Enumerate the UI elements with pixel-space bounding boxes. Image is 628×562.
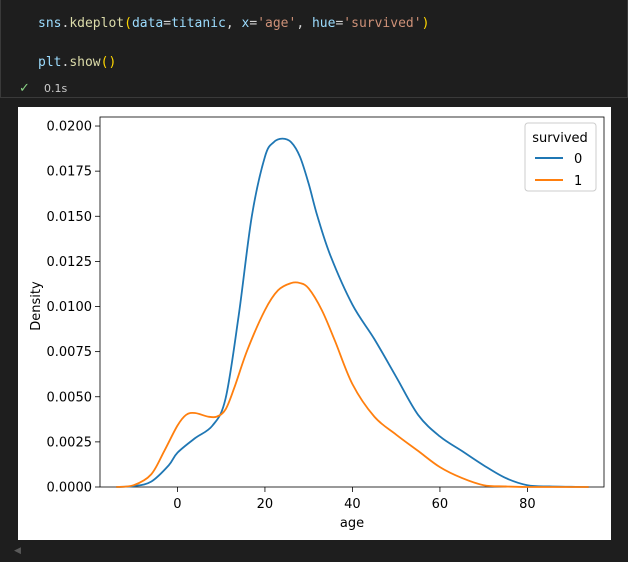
x-tick-label: 60 bbox=[432, 497, 449, 512]
x-axis-label: age bbox=[340, 516, 364, 531]
y-tick-label: 0.0075 bbox=[47, 345, 93, 360]
code-token: ( bbox=[124, 16, 132, 31]
y-tick-label: 0.0100 bbox=[47, 300, 93, 315]
code-token: kdeplot bbox=[69, 16, 125, 31]
code-token: show bbox=[69, 55, 101, 70]
cell-output: 0.0000 0.0025 0.0050 0.0075 0.0100 0.0125 0.01… bbox=[18, 107, 611, 540]
code-token: = bbox=[249, 16, 258, 31]
y-tick-label: 0.0050 bbox=[47, 390, 93, 405]
code-token: 'age' bbox=[257, 16, 297, 31]
code-token: = bbox=[163, 16, 172, 31]
y-tick-label: 0.0000 bbox=[47, 481, 93, 496]
scroll-left-icon[interactable]: ◀ bbox=[14, 546, 21, 556]
execution-status: ✓ 0.1s bbox=[19, 80, 67, 96]
code-token: 'survived' bbox=[343, 16, 422, 31]
x-tick-label: 20 bbox=[257, 497, 274, 512]
kde-chart: 0.0000 0.0025 0.0050 0.0075 0.0100 0.0125 0.01… bbox=[29, 116, 605, 531]
code-token: ) bbox=[421, 16, 430, 31]
x-tick-label: 80 bbox=[519, 497, 536, 512]
code-token: , bbox=[225, 16, 242, 31]
x-tick-label: 0 bbox=[173, 497, 181, 512]
code-token: , bbox=[296, 16, 312, 31]
check-icon: ✓ bbox=[19, 80, 30, 96]
y-axis: 0.0000 0.0025 0.0050 0.0075 0.0100 0.0125 0.01… bbox=[47, 120, 100, 496]
kde-line-survived-1 bbox=[116, 281, 589, 488]
x-axis: 0 20 40 60 80 bbox=[173, 487, 536, 512]
legend-label-1: 1 bbox=[574, 174, 582, 189]
y-tick-label: 0.0200 bbox=[47, 120, 93, 135]
code-token: data bbox=[131, 16, 164, 31]
code-line-show[interactable]: plt.show() bbox=[38, 55, 116, 71]
code-token: plt bbox=[38, 55, 62, 70]
y-tick-label: 0.0125 bbox=[47, 255, 93, 270]
kde-line-survived-0 bbox=[116, 137, 589, 488]
code-token: sns bbox=[38, 16, 62, 31]
series-layer bbox=[116, 137, 589, 488]
y-axis-label: Density bbox=[29, 281, 44, 331]
code-line-kdeplot[interactable]: sns.kdeplot(data=titanic, x='age', hue='… bbox=[38, 16, 429, 32]
code-token: hue bbox=[311, 16, 336, 31]
legend: survived 0 1 bbox=[524, 122, 597, 192]
execution-time: 0.1s bbox=[44, 81, 68, 95]
y-tick-label: 0.0025 bbox=[47, 435, 93, 450]
code-cell[interactable]: sns.kdeplot(data=titanic, x='age', hue='… bbox=[0, 0, 628, 98]
y-tick-label: 0.0175 bbox=[47, 165, 93, 180]
code-token: titanic bbox=[171, 16, 226, 31]
code-token: () bbox=[100, 55, 117, 70]
y-tick-label: 0.0150 bbox=[47, 210, 93, 225]
legend-title: survived bbox=[532, 131, 588, 146]
legend-label-0: 0 bbox=[574, 152, 582, 167]
x-tick-label: 40 bbox=[344, 497, 361, 512]
